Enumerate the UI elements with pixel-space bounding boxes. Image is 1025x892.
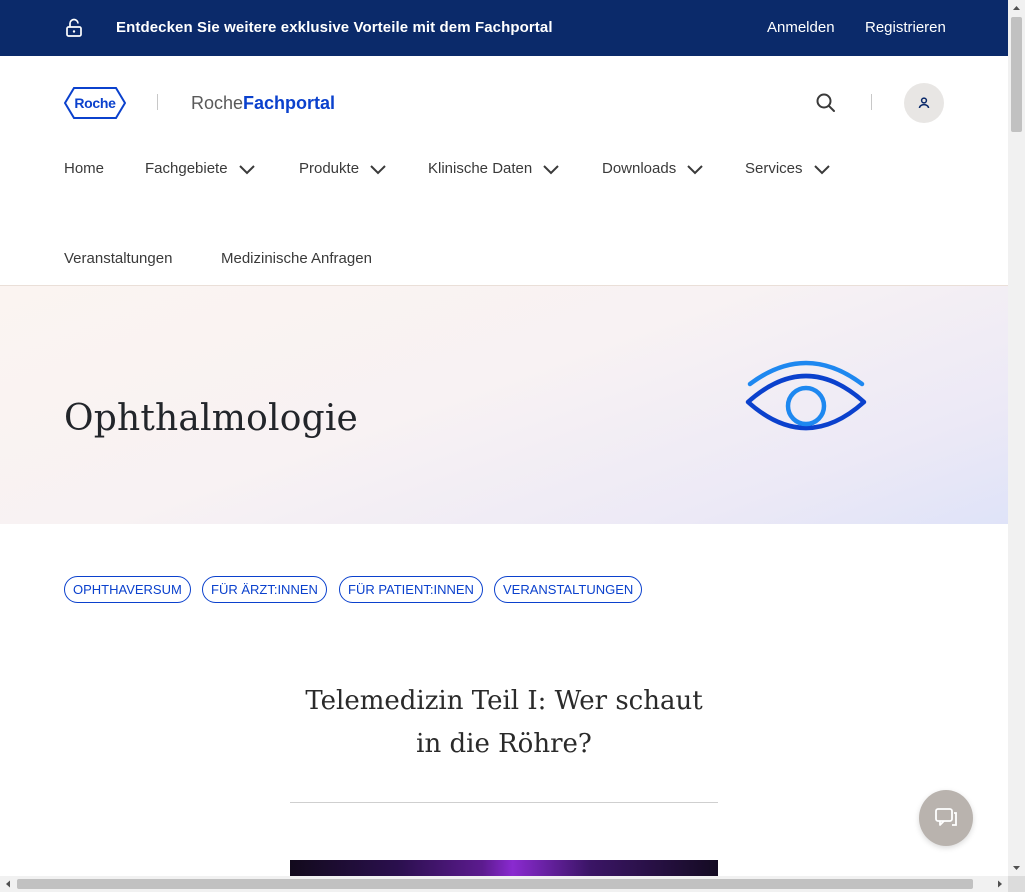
nav-item-services[interactable]: Services [745,160,831,177]
user-icon [918,97,930,109]
nav-item-fachgebiete[interactable]: Fachgebiete [145,160,256,177]
search-icon[interactable] [814,91,838,115]
promo-bar: Entdecken Sie weitere exklusive Vorteile… [0,0,1008,56]
article-divider [290,802,718,803]
chevron-down-icon [370,164,386,174]
tag-ophthaversum[interactable]: OPHTHAVERSUM [64,576,191,603]
user-account-button[interactable] [904,83,944,123]
tag-fuer-aerztinnen[interactable]: FÜR ÄRZT:INNEN [202,576,327,603]
nav-item-downloads[interactable]: Downloads [602,160,704,177]
scroll-right-arrow-icon[interactable] [992,876,1008,892]
chat-icon [935,808,957,826]
horizontal-scrollbar[interactable] [0,876,1008,892]
scroll-down-arrow-icon[interactable] [1008,859,1025,876]
roche-logo[interactable]: Roche [64,87,126,119]
horizontal-scroll-thumb[interactable] [17,879,973,889]
register-link[interactable]: Registrieren [865,19,946,36]
unlock-icon [66,18,82,37]
nav-item-produkte[interactable]: Produkte [299,160,387,177]
chevron-down-icon [813,164,830,174]
vertical-scroll-thumb[interactable] [1011,17,1022,132]
chat-button[interactable] [919,790,973,846]
page-title: Ophthalmologie [64,398,359,439]
site-header: Roche RocheFachportal Home Fachgebiete P… [0,56,1008,286]
tag-fuer-patientinnen[interactable]: FÜR PATIENT:INNEN [339,576,483,603]
chevron-down-icon [687,164,703,174]
nav-item-klinische-daten[interactable]: Klinische Daten [428,160,560,177]
portal-name[interactable]: RocheFachportal [191,93,335,114]
hero-banner: Ophthalmologie [0,286,1008,524]
logo-text: Roche [74,95,116,111]
scroll-left-arrow-icon[interactable] [0,876,16,892]
vertical-scrollbar[interactable] [1008,0,1025,876]
icon-divider [871,94,872,110]
chevron-down-icon [543,164,559,174]
scrollbar-corner [1008,876,1025,892]
login-link[interactable]: Anmelden [767,19,835,36]
eye-icon [745,360,867,431]
logo-divider [157,94,158,110]
nav-item-veranstaltungen[interactable]: Veranstaltungen [64,250,172,267]
chevron-down-icon [238,164,255,174]
nav-item-medizinische-anfragen[interactable]: Medizinische Anfragen [221,250,372,267]
promo-text[interactable]: Entdecken Sie weitere exklusive Vorteile… [116,19,553,36]
article-title[interactable]: Telemedizin Teil I: Wer schaut in die Rö… [290,680,718,766]
nav-item-home[interactable]: Home [64,160,104,177]
tag-veranstaltungen[interactable]: VERANSTALTUNGEN [494,576,643,603]
article-image[interactable] [290,860,718,876]
scroll-up-arrow-icon[interactable] [1008,0,1025,17]
